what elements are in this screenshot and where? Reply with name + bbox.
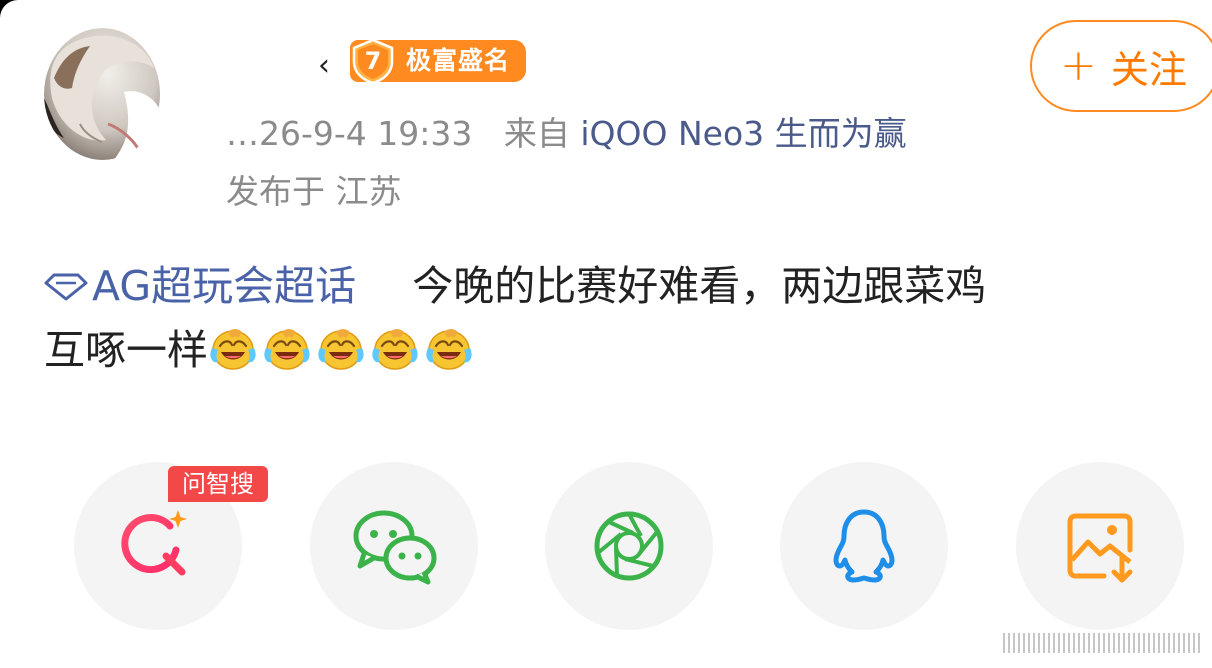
watermark-line	[1003, 633, 1005, 653]
watermark-line	[1178, 633, 1180, 653]
watermark-line	[1053, 633, 1055, 653]
follow-label: 关注	[1110, 47, 1187, 92]
watermark-line	[1038, 633, 1040, 653]
watermark-line	[1073, 633, 1075, 653]
post-location: 发布于 江苏	[226, 172, 402, 211]
avatar-image	[44, 28, 162, 160]
watermark-line	[1163, 633, 1165, 653]
diamond-icon	[44, 273, 88, 301]
screen-corner	[0, 0, 24, 24]
watermark-line	[1108, 633, 1110, 653]
laugh-cry-emoji	[316, 326, 366, 372]
watermark-line	[1043, 633, 1045, 653]
post-line-1: AG超玩会超话 今晚的比赛好难看，两边跟菜鸡	[44, 254, 1212, 318]
watermark-line	[1058, 633, 1060, 653]
watermark-line	[1118, 633, 1120, 653]
ai-search-icon	[121, 510, 187, 576]
watermark-lines	[958, 628, 1200, 658]
watermark-line	[1068, 633, 1070, 653]
watermark-line	[1063, 633, 1065, 653]
watermark-line	[1148, 633, 1150, 653]
username-masked	[180, 38, 324, 90]
source-device[interactable]: iQOO Neo3 生而为赢	[580, 114, 906, 153]
moments-icon	[594, 511, 664, 581]
watermark-line	[1088, 633, 1090, 653]
watermark-line	[1008, 633, 1010, 653]
source-prefix: 来自	[503, 114, 570, 153]
watermark-line	[1113, 633, 1115, 653]
username-text[interactable]: ‹	[318, 44, 330, 88]
watermark-line	[1078, 633, 1080, 653]
follow-button[interactable]: + 关注	[1030, 20, 1212, 112]
watermark-line	[1103, 633, 1105, 653]
post-content: AG超玩会超话 今晚的比赛好难看，两边跟菜鸡 互啄一样	[44, 254, 1212, 382]
user-avatar[interactable]	[44, 28, 162, 160]
watermark-line	[1093, 633, 1095, 653]
laugh-cry-emoji	[262, 326, 312, 372]
watermark-line	[1018, 633, 1020, 653]
save-image-icon	[1067, 513, 1133, 583]
share-wechat-button[interactable]	[310, 462, 478, 630]
laugh-cry-emoji	[208, 326, 258, 372]
topic-link[interactable]: AG超玩会超话	[44, 262, 369, 310]
share-moments-button[interactable]	[545, 462, 713, 630]
rank-badge[interactable]: 7 极富盛名	[350, 38, 526, 84]
watermark-line	[1138, 633, 1140, 653]
watermark-line	[1183, 633, 1185, 653]
watermark-line	[1198, 633, 1200, 653]
watermark-line	[1133, 633, 1135, 653]
watermark-line	[1188, 633, 1190, 653]
wechat-icon	[353, 510, 437, 585]
watermark-line	[1193, 633, 1195, 653]
watermark-line	[1083, 633, 1085, 653]
watermark-line	[1153, 633, 1155, 653]
watermark-line	[1168, 633, 1170, 653]
watermark-line	[1048, 633, 1050, 653]
watermark-line	[1143, 633, 1145, 653]
watermark-line	[1158, 633, 1160, 653]
laugh-cry-emoji	[370, 326, 420, 372]
watermark-line	[1013, 633, 1015, 653]
watermark-line	[1123, 633, 1125, 653]
share-save-image-button[interactable]	[1016, 462, 1184, 630]
share-qq-button[interactable]	[780, 462, 948, 630]
watermark-line	[1028, 633, 1030, 653]
weibo-post-page: ‹ 7 极富盛名 + 关注 …26-9-4 19:33 来自 iQOO Neo3…	[0, 0, 1212, 668]
rank-level: 7	[364, 47, 382, 75]
watermark-line	[1128, 633, 1130, 653]
rank-label: 极富盛名	[406, 46, 511, 75]
topic-text: AG超玩会超话	[92, 262, 357, 310]
post-line-2: 互啄一样	[44, 318, 1212, 382]
watermark-line	[1023, 633, 1025, 653]
watermark-line	[1173, 633, 1175, 653]
qq-icon	[833, 509, 895, 583]
plus-icon: +	[1060, 40, 1097, 91]
search-tag-badge: 问智搜	[168, 466, 268, 502]
emoji-row	[208, 326, 478, 374]
watermark-line	[1033, 633, 1035, 653]
watermark-line	[1098, 633, 1100, 653]
laugh-cry-emoji	[424, 326, 474, 372]
post-timestamp: …26-9-4 19:33	[226, 114, 473, 153]
post-text-line2: 互啄一样	[44, 326, 208, 374]
post-text-line1: 今晚的比赛好难看，两边跟菜鸡	[412, 262, 987, 310]
post-meta: …26-9-4 19:33 来自 iQOO Neo3 生而为赢	[226, 112, 907, 156]
